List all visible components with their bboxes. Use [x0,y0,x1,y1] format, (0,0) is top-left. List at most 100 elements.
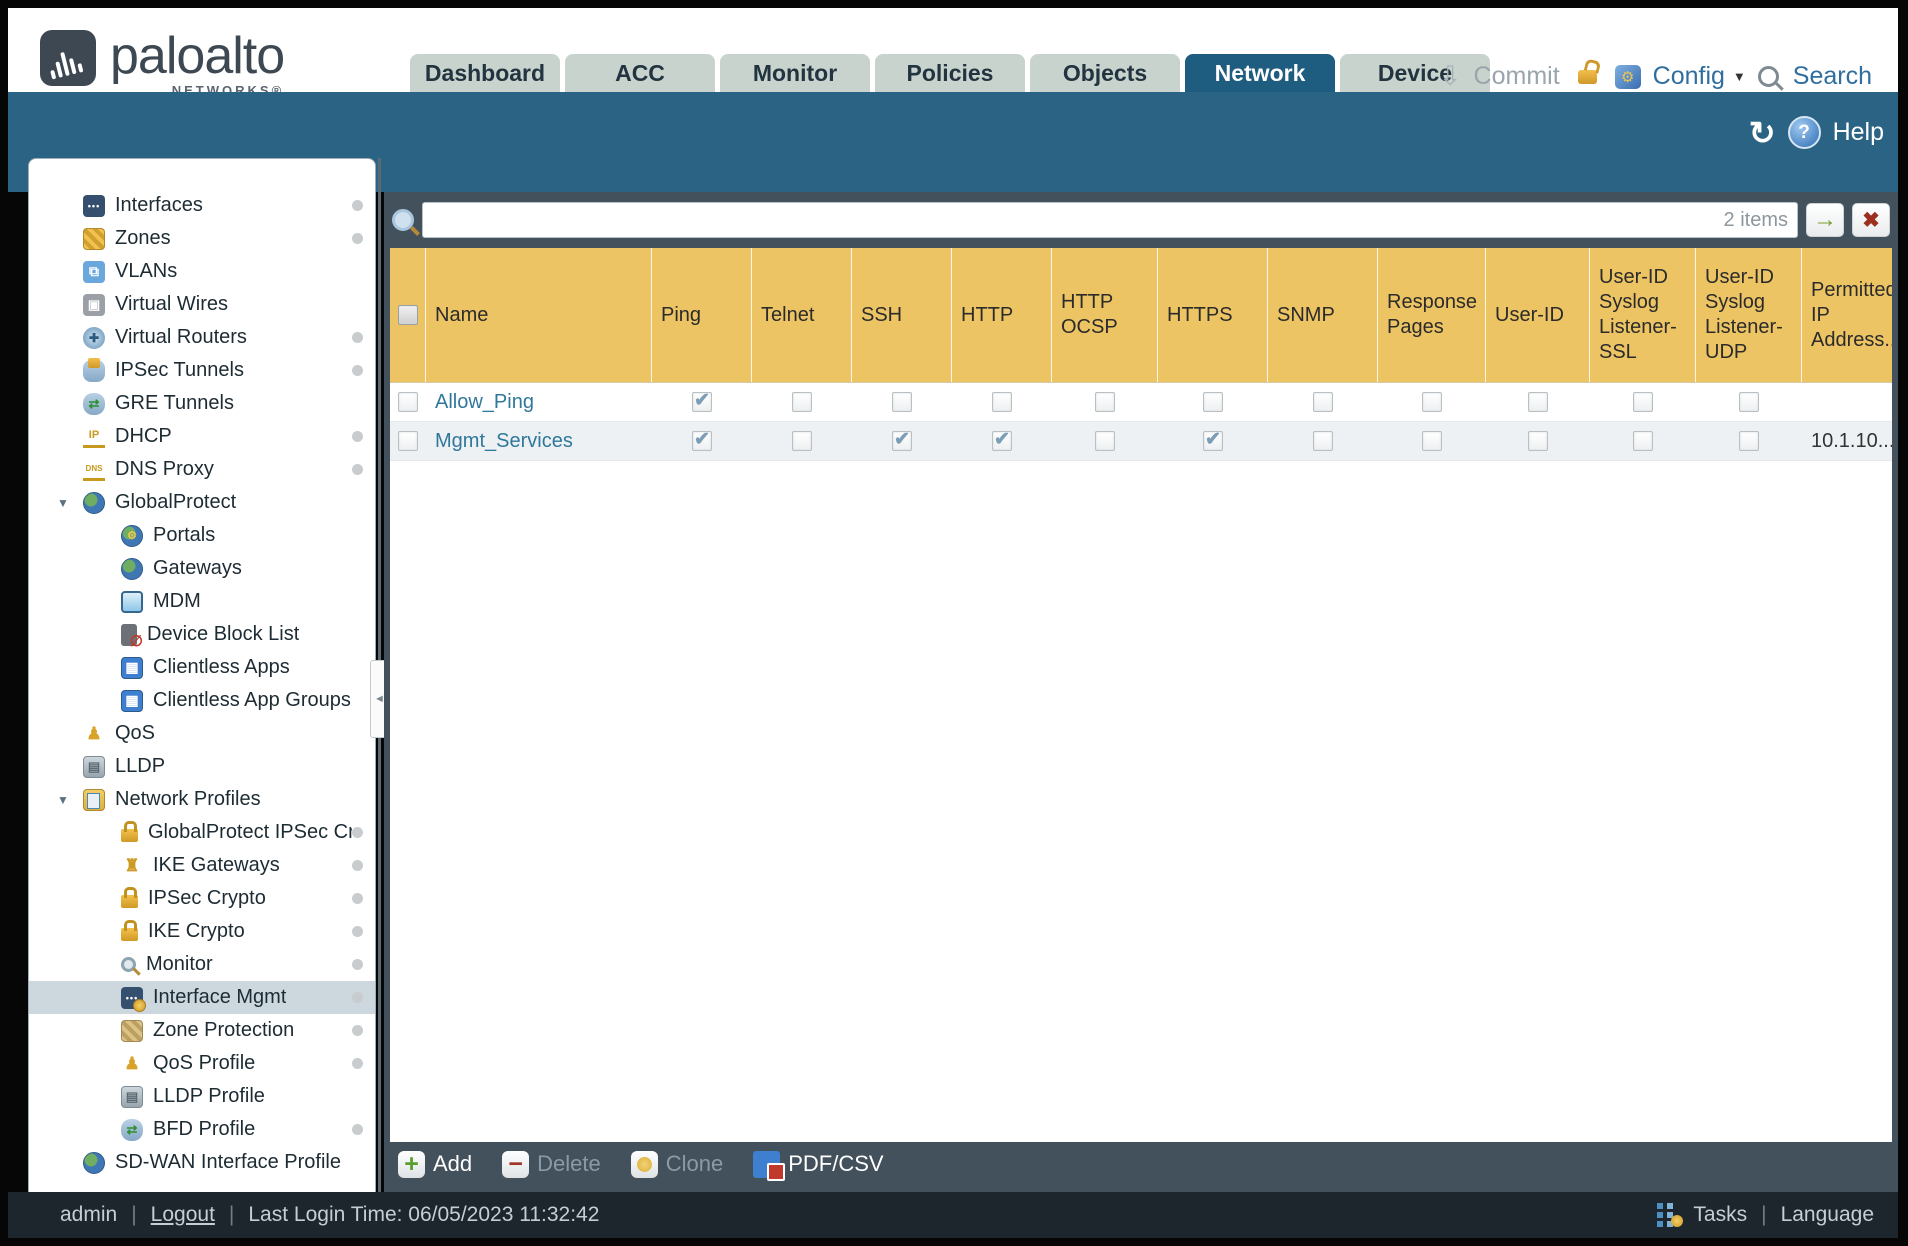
service-checkbox[interactable] [1095,392,1115,412]
sidebar-item-ipsec-crypto[interactable]: IPSec Crypto [29,882,375,915]
unlock-icon[interactable] [1577,69,1597,84]
sidebar-item-virtual-wires[interactable]: Virtual Wires [29,288,375,321]
sidebar-item-clientless-apps[interactable]: Clientless Apps [29,651,375,684]
globalprotect-icon [83,491,105,514]
config-button[interactable]: Config [1653,62,1725,91]
column-header-response-pages[interactable]: Response Pages [1378,248,1486,382]
sidebar-item-label: IPSec Tunnels [115,359,244,381]
service-checkbox[interactable] [692,389,712,412]
apply-filter-button[interactable]: → [1806,203,1844,237]
service-checkbox[interactable] [992,392,1012,412]
service-checkbox[interactable] [1422,431,1442,451]
tab-dashboard[interactable]: Dashboard [410,54,560,92]
service-checkbox[interactable] [1528,392,1548,412]
sidebar-item-gre-tunnels[interactable]: GRE Tunnels [29,387,375,420]
sidebar-item-mdm[interactable]: MDM [29,585,375,618]
add-button[interactable]: + Add [398,1150,472,1178]
sidebar-item-globalprotect-ipsec-crypto[interactable]: GlobalProtect IPSec Crypto [29,816,375,849]
tree-expander-icon[interactable]: ▼ [57,793,69,807]
service-checkbox[interactable] [1422,392,1442,412]
tab-network[interactable]: Network [1185,54,1335,92]
service-checkbox[interactable] [1203,392,1223,412]
select-all-checkbox[interactable] [397,305,418,325]
sidebar-item-ipsec-tunnels[interactable]: IPSec Tunnels [29,354,375,387]
sidebar-item-globalprotect[interactable]: ▼ GlobalProtect [29,486,375,519]
column-header-user-id-syslog-listener-ssl[interactable]: User-ID Syslog Listener-SSL [1590,248,1696,382]
profile-name-link[interactable]: Mgmt_Services [435,430,573,453]
sidebar-item-zones[interactable]: Zones [29,222,375,255]
help-icon[interactable]: ? [1787,116,1821,149]
column-header-http[interactable]: HTTP [952,248,1052,382]
column-header-permitted-ip-address-[interactable]: Permitted IP Address... [1802,248,1892,382]
sidebar-item-virtual-routers[interactable]: Virtual Routers [29,321,375,354]
service-checkbox[interactable] [1203,428,1223,451]
service-checkbox[interactable] [792,431,812,451]
tab-policies[interactable]: Policies [875,54,1025,92]
column-header-snmp[interactable]: SNMP [1268,248,1378,382]
column-header-user-id[interactable]: User-ID [1486,248,1590,382]
sidebar-item-portals[interactable]: Portals [29,519,375,552]
commit-button[interactable]: Commit [1474,62,1560,91]
column-header-telnet[interactable]: Telnet [752,248,852,382]
profile-name-link[interactable]: Allow_Ping [435,391,534,414]
sidebar-item-lldp[interactable]: LLDP [29,750,375,783]
sidebar-item-dhcp[interactable]: DHCP [29,420,375,453]
tab-objects[interactable]: Objects [1030,54,1180,92]
refresh-icon[interactable]: ↻ [1749,117,1776,149]
sidebar-item-ike-crypto[interactable]: IKE Crypto [29,915,375,948]
column-header-https[interactable]: HTTPS [1158,248,1268,382]
sidebar-item-gateways[interactable]: Gateways [29,552,375,585]
service-cell [652,383,752,421]
service-checkbox[interactable] [1739,392,1759,412]
global-search-button[interactable]: Search [1793,62,1872,91]
sidebar-item-dns-proxy[interactable]: DNS Proxy [29,453,375,486]
service-checkbox[interactable] [892,428,912,451]
pdf-csv-button[interactable]: PDF/CSV [753,1150,884,1181]
clear-filter-button[interactable]: ✖ [1852,203,1890,237]
commit-icon: ⇩ [1438,61,1462,91]
column-header-user-id-syslog-listener-udp[interactable]: User-ID Syslog Listener-UDP [1696,248,1802,382]
service-checkbox[interactable] [1633,431,1653,451]
sidebar-item-clientless-app-groups[interactable]: Clientless App Groups [29,684,375,717]
service-checkbox[interactable] [1633,392,1653,412]
column-header-ping[interactable]: Ping [652,248,752,382]
column-header-http-ocsp[interactable]: HTTP OCSP [1052,248,1158,382]
filter-input[interactable] [422,202,1798,238]
help-label[interactable]: Help [1833,118,1884,147]
service-checkbox[interactable] [1739,431,1759,451]
sidebar-item-bfd-profile[interactable]: BFD Profile [29,1113,375,1146]
column-header-ssh[interactable]: SSH [852,248,952,382]
tab-monitor[interactable]: Monitor [720,54,870,92]
language-link[interactable]: Language [1781,1203,1874,1227]
service-checkbox[interactable] [692,428,712,451]
column-header-name[interactable]: Name [426,248,652,382]
service-checkbox[interactable] [792,392,812,412]
sidebar-item-network-profiles[interactable]: ▼ Network Profiles [29,783,375,816]
sidebar-item-interface-mgmt[interactable]: Interface Mgmt [29,981,375,1014]
sidebar-item-device-block-list[interactable]: Device Block List [29,618,375,651]
tasks-icon[interactable] [1657,1203,1684,1227]
interfaces-icon [83,194,105,217]
service-checkbox[interactable] [1313,431,1333,451]
tree-expander-icon[interactable]: ▼ [57,496,69,510]
sidebar-item-qos-profile[interactable]: QoS Profile [29,1047,375,1080]
tasks-link[interactable]: Tasks [1693,1203,1747,1227]
sidebar-item-sd-wan-interface-profile[interactable]: SD-WAN Interface Profile [29,1146,375,1179]
service-checkbox[interactable] [892,392,912,412]
sidebar-item-zone-protection[interactable]: Zone Protection [29,1014,375,1047]
sidebar-item-interfaces[interactable]: Interfaces [29,189,375,222]
sidebar-item-ike-gateways[interactable]: IKE Gateways [29,849,375,882]
service-checkbox[interactable] [992,428,1012,451]
row-select-checkbox[interactable] [398,431,418,451]
service-checkbox[interactable] [1095,431,1115,451]
sidebar-item-vlans[interactable]: VLANs [29,255,375,288]
service-checkbox[interactable] [1528,431,1548,451]
chevron-down-icon[interactable]: ▼ [1733,69,1746,84]
service-checkbox[interactable] [1313,392,1333,412]
sidebar-item-monitor[interactable]: Monitor [29,948,375,981]
logout-link[interactable]: Logout [151,1203,215,1227]
sidebar-item-qos[interactable]: QoS [29,717,375,750]
row-select-checkbox[interactable] [398,392,418,412]
sidebar-item-lldp-profile[interactable]: LLDP Profile [29,1080,375,1113]
tab-acc[interactable]: ACC [565,54,715,92]
